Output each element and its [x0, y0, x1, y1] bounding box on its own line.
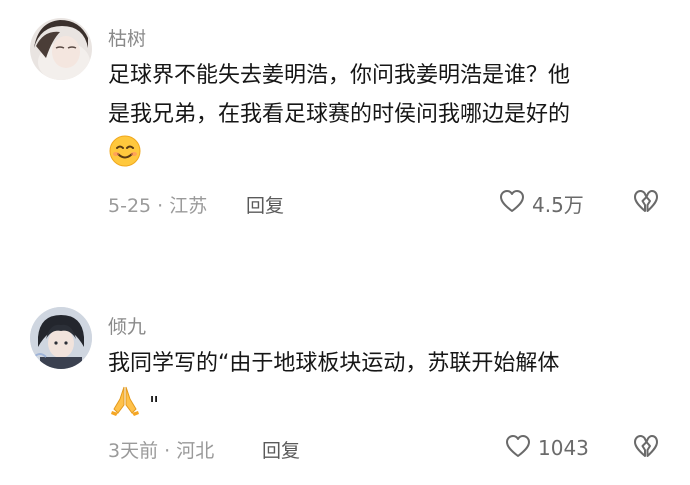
comment-text: 足球界不能失去姜明浩，你问我姜明浩是谁？他 是我兄弟，在我看足球赛的时侯问我哪边… — [108, 56, 668, 181]
comment-text-line: 是我兄弟，在我看足球赛的时侯问我哪边是好的 — [108, 102, 571, 127]
username[interactable]: 倾九 — [108, 312, 146, 339]
heart-outline-icon — [498, 187, 526, 219]
comment-text-tail: " — [149, 393, 160, 419]
reply-button[interactable]: 回复 — [262, 436, 300, 463]
dislike-button[interactable] — [632, 432, 660, 464]
comment-text-line: 我同学写的“由于地球板块运动，苏联开始解体 — [108, 351, 560, 376]
comment-item: 枯树 足球界不能失去姜明浩，你问我姜明浩是谁？他 是我兄弟，在我看足球赛的时侯问… — [0, 0, 690, 250]
like-count: 4.5万 — [532, 192, 584, 217]
broken-heart-icon — [632, 190, 660, 219]
comment-text: 我同学写的“由于地球板块运动，苏联开始解体 " — [108, 344, 668, 430]
comment-text-line: 足球界不能失去姜明浩，你问我姜明浩是谁？他 — [108, 63, 571, 88]
comment-emoji-line — [108, 134, 668, 181]
dislike-button[interactable] — [632, 187, 660, 219]
comment-emoji-line: " — [108, 383, 668, 430]
smiling-face-emoji-icon — [108, 134, 142, 181]
avatar[interactable] — [30, 307, 92, 369]
comment-meta: 5-25 · 江苏 — [108, 195, 208, 217]
broken-heart-icon — [632, 435, 660, 464]
like-button[interactable]: 1043 — [504, 432, 589, 464]
comment-item: 倾九 我同学写的“由于地球板块运动，苏联开始解体 " 3天前 · 河北 回复 1… — [0, 250, 690, 485]
reply-button[interactable]: 回复 — [246, 191, 284, 218]
like-count: 1043 — [538, 436, 589, 460]
username[interactable]: 枯树 — [108, 24, 146, 51]
heart-outline-icon — [504, 432, 532, 464]
comment-meta: 3天前 · 河北 — [108, 440, 215, 462]
folded-hands-emoji-icon — [108, 383, 142, 430]
like-button[interactable]: 4.5万 — [498, 187, 584, 219]
avatar[interactable] — [30, 18, 92, 80]
